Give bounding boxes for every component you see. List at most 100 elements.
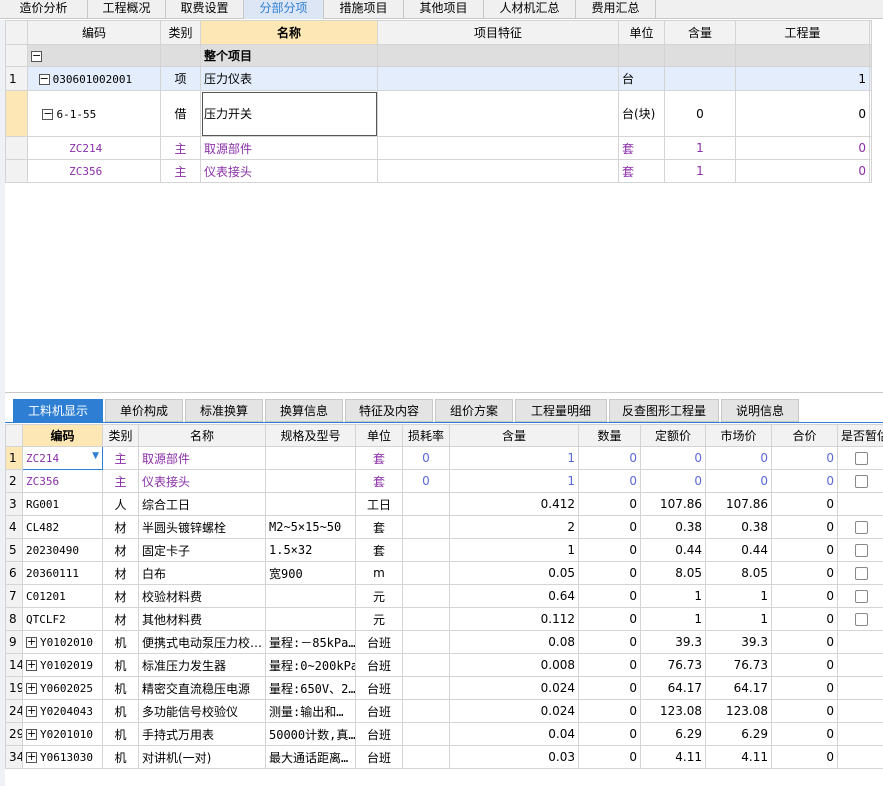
tab-reverse-lookup[interactable]: 反查图形工程量 — [609, 399, 719, 422]
spec-cell[interactable] — [265, 492, 356, 516]
content-cell[interactable] — [664, 44, 736, 67]
collapse-icon[interactable]: − — [42, 108, 54, 120]
base-price-cell[interactable]: 123.08 — [640, 699, 706, 723]
panel-divider[interactable] — [5, 392, 883, 393]
type-cell[interactable]: 主 — [160, 159, 201, 183]
name-cell[interactable]: 标准压力发生器 — [138, 653, 266, 677]
table-row-item[interactable]: 1 −030601002001 项 压力仪表 台 1 1 — [5, 66, 872, 91]
content-cell[interactable]: 2 — [449, 515, 579, 539]
spec-cell[interactable]: 测量:输出和… — [265, 699, 356, 723]
content-cell[interactable]: 0.008 — [449, 653, 579, 677]
amount-cell[interactable]: 0 — [578, 676, 641, 700]
estimated-cell[interactable] — [837, 630, 883, 654]
market-price-cell[interactable]: 64.17 — [705, 676, 772, 700]
code-cell[interactable]: + Y0102010 — [22, 630, 103, 654]
estimated-cell[interactable] — [837, 722, 883, 746]
unit-cell[interactable]: 台班 — [355, 699, 403, 723]
content-cell[interactable]: 0 — [664, 90, 736, 137]
type-cell[interactable]: 主 — [102, 469, 139, 493]
code-cell[interactable]: ZC214 ▼ — [22, 446, 103, 470]
spec-cell[interactable]: 1.5×32 — [265, 538, 356, 562]
total-cell[interactable]: 0 — [771, 561, 838, 585]
code-cell[interactable]: C01201 — [22, 584, 103, 608]
spec-cell[interactable] — [265, 584, 356, 608]
code-cell[interactable]: −030601002001 — [27, 66, 161, 91]
tab-quantity-detail[interactable]: 工程量明细 — [515, 399, 607, 422]
table-row[interactable]: 5 20230490 材固定卡子 1.5×32 套 1 0 0.44 0.44 0 — [5, 538, 883, 562]
content-cell[interactable]: 0.64 — [449, 584, 579, 608]
header-quantity[interactable]: 工程量 — [735, 20, 870, 45]
spec-cell[interactable]: 50000计数,真… — [265, 722, 356, 746]
name-cell[interactable]: 综合工日 — [138, 492, 266, 516]
amount-cell[interactable]: 0 — [578, 699, 641, 723]
unit-cell[interactable]: 元 — [355, 584, 403, 608]
base-price-cell[interactable]: 76.73 — [640, 653, 706, 677]
expand-icon[interactable]: + — [26, 636, 37, 648]
table-row[interactable]: 9 + Y0102010 机便携式电动泵压力校… 量程:－85kPa… 台班 0.08 0 39… — [5, 630, 883, 654]
expand-icon[interactable]: + — [26, 728, 37, 740]
loss-rate-cell[interactable] — [402, 653, 450, 677]
table-row-sub[interactable]: −6-1-55 借 压力开关 台(块) 0 0 — [5, 90, 872, 137]
estimated-checkbox[interactable] — [855, 567, 868, 580]
name-cell-selected[interactable]: 压力开关 — [200, 90, 378, 137]
tab-cost-analysis[interactable]: 造价分析 — [0, 0, 88, 19]
code-cell[interactable]: 20360111 — [22, 561, 103, 585]
type-cell[interactable]: 机 — [102, 676, 139, 700]
estimated-cell[interactable] — [837, 515, 883, 539]
amount-cell[interactable]: 0 — [578, 469, 641, 493]
estimated-checkbox[interactable] — [855, 521, 868, 534]
market-price-cell[interactable]: 1 — [705, 607, 772, 631]
base-price-cell[interactable]: 4.11 — [640, 745, 706, 769]
unit-cell[interactable]: 台班 — [355, 653, 403, 677]
header-loss-rate[interactable]: 损耗率 — [402, 424, 450, 447]
loss-rate-cell[interactable] — [402, 722, 450, 746]
base-price-cell[interactable]: 107.86 — [640, 492, 706, 516]
total-cell[interactable]: 0 — [771, 607, 838, 631]
base-price-cell[interactable]: 0.44 — [640, 538, 706, 562]
estimated-cell[interactable] — [837, 676, 883, 700]
spec-cell[interactable] — [265, 469, 356, 493]
code-cell[interactable]: 20230490 — [22, 538, 103, 562]
table-row[interactable]: 19+Y0602025机精密交直流稳压电源量程:650V、2…台班0.02406… — [5, 676, 883, 700]
total-cell[interactable]: 0 — [771, 446, 838, 470]
tab-labor-material-summary[interactable]: 人材机汇总 — [484, 0, 576, 19]
market-price-cell[interactable]: 0.44 — [705, 538, 772, 562]
unit-cell[interactable]: 套 — [618, 136, 665, 160]
header-estimated[interactable]: 是否暂估 — [837, 424, 883, 447]
code-cell[interactable]: CL482 — [22, 515, 103, 539]
content-cell[interactable]: 0.03 — [449, 745, 579, 769]
name-cell[interactable]: 精密交直流稳压电源 — [138, 676, 266, 700]
type-cell[interactable]: 人 — [102, 492, 139, 516]
type-cell[interactable]: 材 — [102, 515, 139, 539]
table-row[interactable]: 7 C01201 材校验材料费元 0.64 0 1 1 0 — [5, 584, 883, 608]
loss-rate-cell[interactable] — [402, 676, 450, 700]
name-cell[interactable]: 取源部件 — [138, 446, 266, 470]
header-content[interactable]: 含量 — [449, 424, 579, 447]
amount-cell[interactable]: 0 — [578, 561, 641, 585]
features-cell[interactable] — [377, 159, 619, 183]
tab-unit-price[interactable]: 单价构成 — [105, 399, 183, 422]
unit-cell[interactable]: 台(块) — [618, 90, 665, 137]
collapse-icon[interactable]: − — [38, 73, 50, 85]
table-row[interactable]: 4 CL482 材半圆头镀锌螺栓 M2~5×15~50 套 2 0 0.38 0.38 0 — [5, 515, 883, 539]
code-cell[interactable]: ZC214 — [27, 136, 161, 160]
unit-cell[interactable]: 台 — [618, 66, 665, 91]
unit-cell[interactable]: 套 — [355, 515, 403, 539]
unit-cell[interactable]: 工日 — [355, 492, 403, 516]
header-market-price[interactable]: 市场价 — [705, 424, 772, 447]
estimated-cell[interactable] — [837, 745, 883, 769]
content-cell[interactable]: 1 — [449, 446, 579, 470]
loss-rate-cell[interactable] — [402, 584, 450, 608]
header-total[interactable]: 合价 — [771, 424, 838, 447]
features-cell[interactable] — [377, 136, 619, 160]
content-cell[interactable]: 0.412 — [449, 492, 579, 516]
amount-cell[interactable]: 0 — [578, 722, 641, 746]
name-cell[interactable]: 白布 — [138, 561, 266, 585]
loss-rate-cell[interactable] — [402, 630, 450, 654]
code-cell[interactable]: QTCLF2 — [22, 607, 103, 631]
market-price-cell[interactable]: 107.86 — [705, 492, 772, 516]
amount-cell[interactable]: 0 — [578, 607, 641, 631]
header-type[interactable]: 类别 — [102, 424, 139, 447]
type-cell[interactable]: 机 — [102, 630, 139, 654]
estimated-checkbox[interactable] — [855, 452, 868, 465]
